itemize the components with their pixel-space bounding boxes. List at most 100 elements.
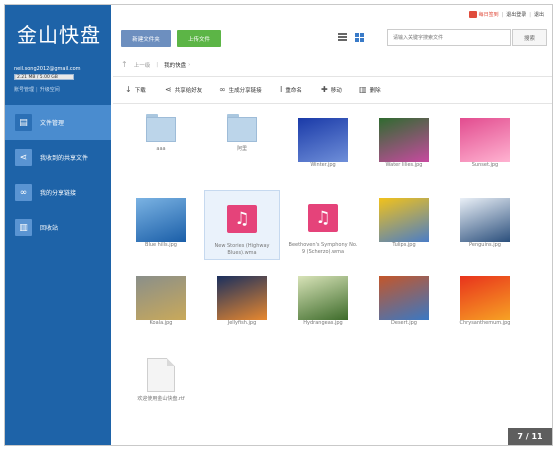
tool-label: 移动: [330, 88, 342, 94]
chevron-right-icon: ›: [188, 61, 191, 68]
sidebar: 金山快盘 neil.song2012@gmail.com 2.21 MB / 5…: [5, 5, 111, 445]
file-item[interactable]: ♫ Beethoven's Symphony No. 9 (Scherzo).wm…: [285, 190, 361, 260]
delete-button[interactable]: ▥ 删除: [359, 86, 381, 95]
file-item[interactable]: Tulips.jpg: [366, 190, 442, 260]
app-logo: 金山快盘: [17, 23, 101, 47]
file-item[interactable]: Water lilies.jpg: [366, 110, 442, 180]
file-name: 阿里: [236, 146, 247, 152]
search-button[interactable]: 搜索: [512, 29, 547, 46]
storage-quota-bar: 2.21 MB / 5.00 GB: [14, 74, 74, 80]
share-icon: ⋖: [165, 85, 172, 94]
trash-icon: ▥: [15, 219, 32, 236]
image-thumbnail: [460, 276, 510, 320]
image-thumbnail: [460, 198, 510, 242]
file-name: Winter.jpg: [310, 162, 336, 168]
tool-label: 删除: [369, 88, 381, 94]
file-name: Penguins.jpg: [469, 242, 501, 248]
link-icon: ∞: [15, 184, 32, 201]
image-thumbnail: [298, 118, 348, 162]
file-item[interactable]: aaa: [123, 110, 199, 180]
image-thumbnail: [217, 276, 267, 320]
sidebar-item-label: 我收到的共享文件: [40, 155, 89, 162]
rename-button[interactable]: I 重命名: [280, 85, 302, 95]
move-button[interactable]: ✚ 移动: [321, 85, 342, 95]
search-input[interactable]: [387, 29, 511, 46]
file-item[interactable]: 阿里: [204, 110, 280, 180]
signin-link[interactable]: 每日签到: [479, 11, 499, 18]
sidebar-item-files[interactable]: ▤ 文件管理: [5, 105, 111, 140]
music-file-icon: ♫: [308, 204, 338, 232]
share-button[interactable]: ⋖ 共享给好友: [165, 85, 203, 95]
image-thumbnail: [136, 276, 186, 320]
file-name: 欢迎使用金山快盘.rtf: [137, 396, 185, 402]
gift-icon: [468, 11, 477, 18]
sidebar-item-label: 回收站: [40, 225, 59, 232]
share-link-button[interactable]: ∞ 生成分享链接: [219, 85, 262, 95]
image-thumbnail: [136, 198, 186, 242]
share-icon: ⋖: [15, 149, 32, 166]
storage-quota-fill: [15, 75, 16, 79]
tool-label: 重命名: [285, 88, 302, 94]
file-item[interactable]: ♫ New Stories (Highway Blues).wma: [204, 190, 280, 260]
account-link[interactable]: 账号管理: [14, 87, 34, 93]
grid-view-icon[interactable]: [355, 33, 364, 42]
upgrade-link[interactable]: 升级空间: [40, 87, 60, 93]
file-name: Chrysanthemum.jpg: [459, 320, 511, 326]
upload-button[interactable]: 上传文件: [177, 30, 221, 47]
file-item[interactable]: Hydrangeas.jpg: [285, 268, 361, 338]
download-button[interactable]: ↓ 下载: [125, 85, 146, 95]
image-thumbnail: [379, 198, 429, 242]
file-name: Tulips.jpg: [392, 242, 416, 248]
file-item[interactable]: Jellyfish.jpg: [204, 268, 280, 338]
download-icon: ↓: [125, 85, 132, 94]
file-item[interactable]: Sunset.jpg: [447, 110, 523, 180]
up-arrow-icon[interactable]: ↑: [121, 60, 128, 69]
image-thumbnail: [379, 276, 429, 320]
file-item[interactable]: Penguins.jpg: [447, 190, 523, 260]
account-links: 账号管理 | 升级空间: [14, 87, 60, 93]
breadcrumb-prev[interactable]: 上一级: [134, 61, 151, 69]
file-name: aaa: [156, 146, 166, 152]
file-item[interactable]: Chrysanthemum.jpg: [447, 268, 523, 338]
image-thumbnail: [298, 276, 348, 320]
file-icon: ▤: [15, 114, 32, 131]
sidebar-item-label: 我的分享链接: [40, 190, 77, 197]
link-icon: ∞: [219, 85, 226, 94]
toolbar: ↓ 下载 ⋖ 共享给好友 ∞ 生成分享链接 I 重命名 ✚ 移动 ▥ 删除: [113, 76, 552, 104]
file-item[interactable]: Koala.jpg: [123, 268, 199, 338]
move-icon: ✚: [321, 85, 328, 94]
music-file-icon: ♫: [227, 205, 257, 233]
tool-label: 共享给好友: [174, 88, 203, 94]
file-name: Jellyfish.jpg: [227, 320, 257, 326]
list-view-icon[interactable]: [338, 33, 347, 42]
sidebar-item-links[interactable]: ∞ 我的分享链接: [5, 175, 111, 210]
image-thumbnail: [460, 118, 510, 162]
image-thumbnail: [379, 118, 429, 162]
file-item[interactable]: Desert.jpg: [366, 268, 442, 338]
folder-icon: [146, 114, 176, 142]
file-item[interactable]: 欢迎使用金山快盘.rtf: [123, 350, 199, 420]
file-item[interactable]: Blue hills.jpg: [123, 190, 199, 260]
sidebar-item-shared[interactable]: ⋖ 我收到的共享文件: [5, 140, 111, 175]
new-folder-button[interactable]: 新建文件夹: [121, 30, 171, 47]
folder-icon: [227, 114, 257, 142]
sidebar-item-label: 文件管理: [40, 120, 65, 127]
breadcrumb-current: 我的快盘: [164, 62, 187, 69]
file-name: Beethoven's Symphony No. 9 (Scherzo).wma: [288, 242, 358, 255]
sidebar-item-trash[interactable]: ▥ 回收站: [5, 210, 111, 245]
rename-icon: I: [280, 85, 283, 94]
logout-link[interactable]: 退出: [534, 11, 544, 18]
file-name: Water lilies.jpg: [385, 162, 423, 168]
breadcrumb: ↑ 上一级 | 我的快盘 ›: [121, 60, 191, 69]
document-icon: [147, 358, 175, 392]
tool-label: 下载: [134, 88, 146, 94]
tool-label: 生成分享链接: [228, 88, 262, 94]
user-email: neil.song2012@gmail.com: [14, 66, 81, 72]
file-name: Desert.jpg: [391, 320, 417, 326]
top-links: 每日签到 | 退出登录 | 退出: [468, 11, 544, 18]
file-name: Hydrangeas.jpg: [303, 320, 343, 326]
file-item[interactable]: Winter.jpg: [285, 110, 361, 180]
page-counter: 7 / 11: [508, 428, 552, 445]
switch-account-link[interactable]: 退出登录: [506, 11, 526, 18]
sidebar-nav: ▤ 文件管理 ⋖ 我收到的共享文件 ∞ 我的分享链接 ▥ 回收站: [5, 105, 111, 245]
